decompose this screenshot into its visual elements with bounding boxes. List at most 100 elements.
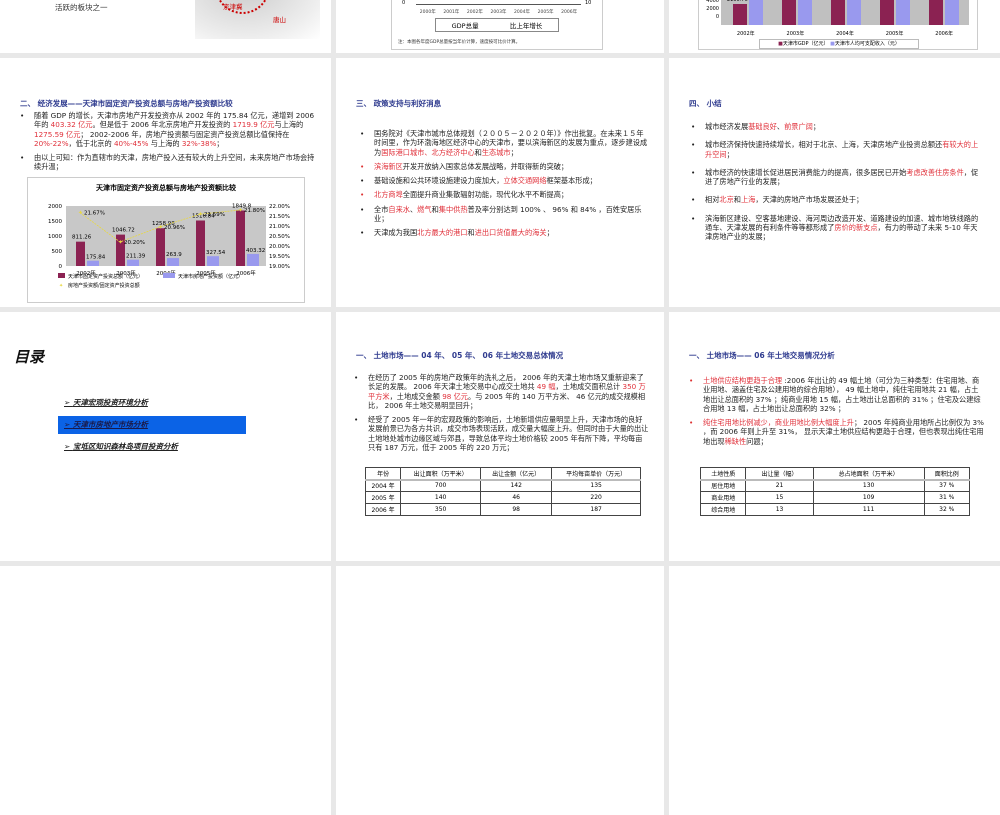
y2-tick-label: 21.50% [269,214,290,220]
slide-thumbnail-economy[interactable]: 二、 经济发展——天津市固定资产投资总额与房地产投资额比较 随着 GDP 的增长… [0,58,331,307]
y2-tick-label: 20.00% [269,244,290,250]
bar-label: 811.26 [72,235,92,241]
bullet-item: 城市经济的快速增长促进居民消费能力的提高，很多居民已开始考虑改善住房条件，促进了… [691,168,981,187]
legend-swatch [163,273,175,278]
x-tick: 2004年 [514,10,530,15]
ratio-label: 20.20% [124,240,145,246]
table-cell: 220 [551,491,641,504]
bullet-item: 随着 GDP 的增长，天津市房地产开发投资亦从 2002 年的 175.84 亿… [20,111,315,148]
table-cell: 135 [551,479,641,492]
highlight-text: 稀缺性 [724,436,747,446]
slide-thumbnail-next-3[interactable] [669,566,1000,815]
y2-tick-label: 20.50% [269,234,290,240]
bullet-item: 经受了 2005 年一年的宏观政策的影响后，土地新增供应量明显上升，天津市场的良… [354,415,649,452]
toc-title: 目录 [14,348,45,366]
slide-thumbnail-land-2006[interactable]: 一、 土地市场—— 06 年土地交易情况分析 土地供应结构更趋于合理 :2006… [669,312,1000,561]
bullet-text: 问题； [746,436,768,446]
highlight-text: 滨海新区 [374,161,403,171]
table-row: 商业用地 15 109 31 % [699,491,971,504]
table-cell: 700 [400,479,482,492]
bar-income [945,0,959,25]
highlight-text: 国际港口城市、北方经济中心 [381,147,475,157]
toc-item-label: 天津宏观投资环境分析 [72,398,148,407]
legend-growth: 比上年增长 [509,22,543,30]
slide-thumbnail-gdp[interactable]: 0 10 2000年 2001年 2002年 2003年 2004年 2005年 2006年… [336,0,664,53]
column-header: 出让面积（万平米） [400,467,482,481]
table-cell: 2006 年 [364,503,402,516]
table-cell: 13 [745,503,814,516]
bullet-item: 相对北京和上海，天津的房地产市场发展还处于； [691,195,981,205]
table-cell: 2004 年 [364,479,402,492]
column-header: 面积比例 [923,467,971,481]
slide-thumbnail-land-market[interactable]: 一、 土地市场—— 04 年、 05 年、 06 年土地交易总体情况 在经历了 … [336,312,664,561]
bar-label: 327.54 [206,250,226,256]
table-cell: 15 [745,491,814,504]
bar-label: 403.32 [246,248,265,254]
bullet-list: 在经历了 2005 年的房地产政策年的洗礼之后， 2006 年的天津土地市场又重… [354,373,649,457]
slide-thumbnail-policy[interactable]: 三、 政策支持与利好消息 国务院对《天津市城市总体规划（２００５－２０２０年）》… [336,58,664,307]
highlight-text: 立体交通网络 [503,176,547,186]
legend: ■天津市GDP（亿元） ■天津市人均可支配收入（元） [759,39,919,49]
bar-label: 175.84 [86,255,106,261]
table-cell: 37 % [923,479,971,492]
slide-thumbnail-summary[interactable]: 四、 小结 城市经济发展基础良好、前景广阔； 城市经济保持快速持续增长，相对于北京… [669,58,1000,307]
toc-item-macro[interactable]: ➢ 天津宏观投资环境分析 [58,394,246,412]
gdp-income-chart: 2150.762578.033110.973697.624337.73 4000… [698,0,978,50]
slide-title: 一、 土地市场—— 04 年、 05 年、 06 年土地交易总体情况 [356,351,564,360]
bullet-text: 城市经济发展 [705,122,749,131]
table-header-row: 土地性质 出让量（幅） 总占地面积（万平米） 面积比例 [699,467,971,481]
bullet-text: ； [216,138,224,148]
data-label: 2150.76 [727,0,748,3]
y2-tick-label: 19.00% [269,264,290,270]
bar-label: 211.39 [126,254,146,260]
slide-thumbnail-gdp-income[interactable]: 2150.762578.033110.973697.624337.73 4000… [669,0,1000,53]
column-header: 总占地面积（万平米） [812,467,925,481]
highlight-text: 考虑改善住房条件 [906,167,964,177]
slide-thumbnail-next-1[interactable] [0,566,331,815]
bar-gdp [929,0,943,25]
chart-svg: 0 500 1000 1500 2000 19.00% 19.50% 20.00% 20.50%… [48,204,290,289]
table-cell: 98 [480,503,553,516]
highlight-text: 纯住宅用地比例减少，商业用地比例大幅度上升 [703,418,854,428]
bullet-text: 与上海的 [274,120,304,130]
y2-tick-label: 21.00% [269,224,290,230]
slide-thumbnail-next-2[interactable] [336,566,664,815]
bar-realestate-investment [167,258,179,266]
table-cell: 109 [812,491,925,504]
highlight-text: 燃气 [417,204,432,214]
bullet-item: 国务院对《天津市城市总体规划（２００５－２０２０年）》作出批复。在未来１５年时间… [360,129,650,157]
slide-thumbnail-toc[interactable]: 目录 ➢ 天津宏观投资环境分析 ➢ 天津市房地产市场分析 ➢ 宝坻区知识森林岛项… [0,312,331,561]
highlight-text: 1719.9 亿元 [232,120,275,130]
table-cell: 130 [812,479,925,492]
bullet-text: ； [812,122,821,131]
bullet-list: 国务院对《天津市城市总体规划（２００５－２０２０年）》作出批复。在未来１５年时间… [360,129,650,243]
slide-thumbnail-macro-area[interactable]: 活跃的板块之一 京津冀 唐山 [0,0,331,53]
x-tick: 2002年 [736,31,755,37]
ratio-label: 21.59% [204,212,225,218]
bullet-item: 城市经济发展基础良好、前景广阔； [691,122,981,132]
x-tick: 2004年 [836,31,854,37]
slide-title: 三、 政策支持与利好消息 [356,99,442,108]
x-tick: 2002年 [466,10,483,15]
bullet-text: 。但是低于 2006 年北京房地产开发投资的 [92,120,233,130]
y-tick-label: 500 [52,249,63,255]
bullet-item: 由以上可知：作为直辖市的天津，房地产投入还有较大的上升空间，未来房地产市场会持续… [20,153,315,172]
y2-tick-label: 19.50% [269,254,290,260]
x-tick: 2001年 [443,10,460,15]
y2-tick: 10 [585,0,592,6]
y-tick-label: 2000 [48,204,62,210]
bullet-text: 经受了 2005 年一年的宏观政策的影响后，土地新增供应量明显上升，天津市场的良… [368,415,649,453]
toc-item-realestate[interactable]: ➢ 天津市房地产市场分析 [58,416,246,434]
bullet-text: 城市经济的快速增长促进居民消费能力的提高，很多居民已开始 [705,167,907,177]
toc-item-project[interactable]: ➢ 宝坻区知识森林岛项目投资分析 [58,438,246,456]
table-row: 2006 年 350 98 187 [364,503,641,516]
gdp-chart: 0 10 2000年 2001年 2002年 2003年 2004年 2005年 2006年… [391,0,603,50]
bullet-item: 滨海新区开发开放纳入国家总体发展战略，并取得新的突破； [360,161,650,172]
y-tick-label: 1500 [48,219,62,225]
bar-realestate-investment [127,259,139,266]
column-header: 年份 [364,467,402,481]
highlight-text: 集中供热 [438,204,468,214]
x-tick: 2000年 [419,10,436,15]
bullet-item: 天津成为我国北方最大的港口和进出口货值最大的海关； [360,228,650,238]
highlight-text: 自来水 [388,204,410,214]
